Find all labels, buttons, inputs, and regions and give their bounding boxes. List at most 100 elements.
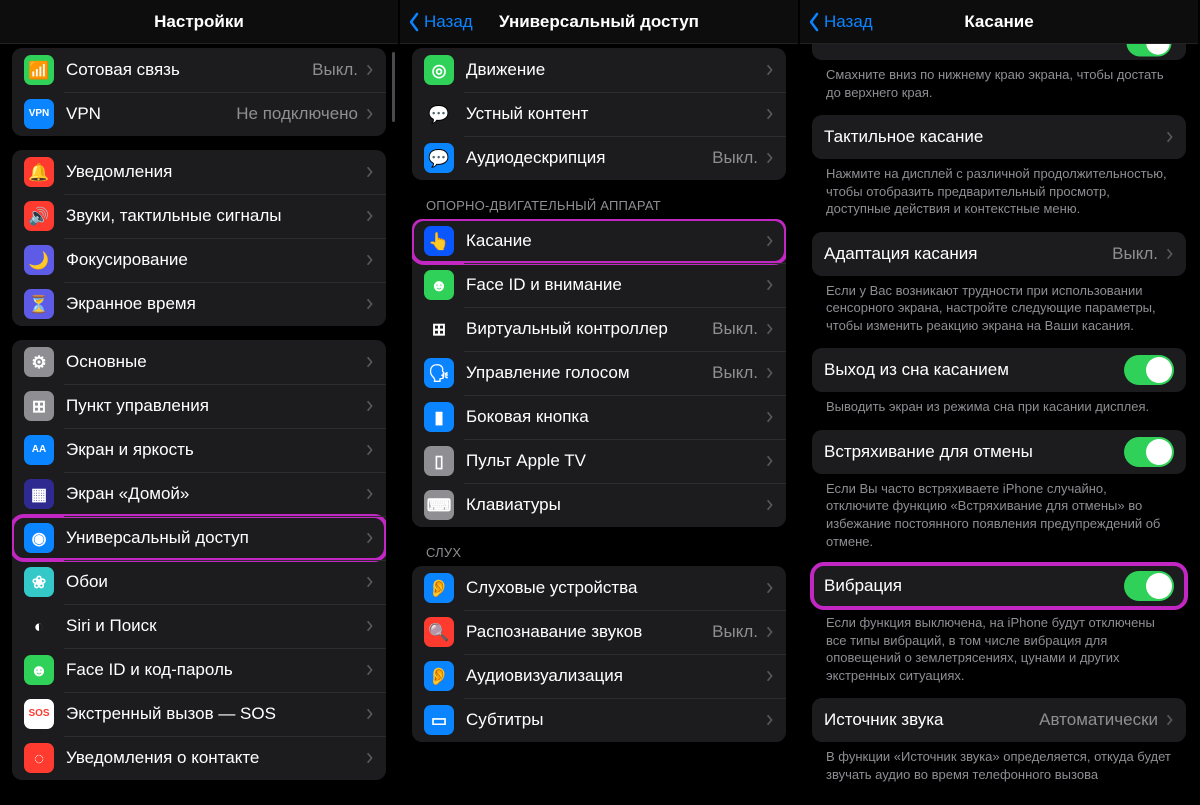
group-0: 📶Сотовая связьВыкл.VPNVPNНе подключено — [12, 48, 386, 136]
row-adapt[interactable]: Адаптация касанияВыкл. — [812, 232, 1186, 276]
chevron-right-icon — [366, 297, 374, 311]
voice-value: Выкл. — [712, 363, 758, 383]
row-subtitles[interactable]: ▭Субтитры — [412, 698, 786, 742]
faceid2-label: Face ID и внимание — [466, 275, 758, 295]
row-source[interactable]: Источник звукаАвтоматически — [812, 698, 1186, 742]
row-wake[interactable]: Выход из сна касанием — [812, 348, 1186, 392]
row-tactile[interactable]: Тактильное касание — [812, 115, 1186, 159]
title-accessibility: Универсальный доступ — [499, 12, 699, 32]
footer-shake: Если Вы часто встряхиваете iPhone случай… — [812, 474, 1186, 550]
motion-icon: ◎ — [424, 55, 454, 85]
row-motion[interactable]: ◎Движение — [412, 48, 786, 92]
row-touch[interactable]: 👆Касание — [412, 219, 786, 263]
row-partial-top[interactable] — [812, 44, 1186, 60]
vibration-toggle[interactable] — [1124, 571, 1174, 601]
row-audiodesc[interactable]: 💬АудиодескрипцияВыкл. — [412, 136, 786, 180]
voice-icon: 🗣 — [424, 358, 454, 388]
row-vpn[interactable]: VPNVPNНе подключено — [12, 92, 386, 136]
row-keyboard2[interactable]: ⌨Клавиатуры — [412, 483, 786, 527]
accessibility-label: Универсальный доступ — [66, 528, 358, 548]
display-icon: AA — [24, 435, 54, 465]
switch-value: Выкл. — [712, 319, 758, 339]
group-vision: ◎Движение💬Устный контент💬Аудиодескрипция… — [412, 48, 786, 180]
chevron-right-icon — [766, 234, 774, 248]
row-spoken[interactable]: 💬Устный контент — [412, 92, 786, 136]
toggle-knob — [1146, 357, 1172, 383]
row-display[interactable]: AAЭкран и яркость — [12, 428, 386, 472]
group-motor: 👆Касание☻Face ID и внимание⊞Виртуальный … — [412, 219, 786, 527]
row-notifications[interactable]: 🔔Уведомления — [12, 150, 386, 194]
sidebtn-icon: ▮ — [424, 402, 454, 432]
footer-reachability: Смахните вниз по нижнему краю экрана, чт… — [812, 60, 1186, 101]
spoken-label: Устный контент — [466, 104, 758, 124]
group-shake: Встряхивание для отмены — [812, 430, 1186, 474]
row-controlcenter[interactable]: ⊞Пункт управления — [12, 384, 386, 428]
row-sounds[interactable]: 🔊Звуки, тактильные сигналы — [12, 194, 386, 238]
row-home[interactable]: ▦Экран «Домой» — [12, 472, 386, 516]
chevron-right-icon — [766, 454, 774, 468]
touch-icon: 👆 — [424, 226, 454, 256]
row-wallpaper[interactable]: ❀Обои — [12, 560, 386, 604]
row-hearingdev[interactable]: 👂Слуховые устройства — [412, 566, 786, 610]
row-faceid2[interactable]: ☻Face ID и внимание — [412, 263, 786, 307]
pane1-content: 📶Сотовая связьВыкл.VPNVPNНе подключено🔔У… — [0, 44, 398, 805]
cellular-value: Выкл. — [312, 60, 358, 80]
back-button-p2[interactable]: Назад — [408, 0, 473, 44]
notifications-icon: 🔔 — [24, 157, 54, 187]
wake-label: Выход из сна касанием — [824, 360, 1116, 380]
header-settings: Настройки — [0, 0, 398, 44]
reachability-toggle[interactable] — [1127, 44, 1172, 57]
row-audiovis[interactable]: 👂Аудиовизуализация — [412, 654, 786, 698]
general-icon: ⚙︎ — [24, 347, 54, 377]
row-cellular[interactable]: 📶Сотовая связьВыкл. — [12, 48, 386, 92]
voice-label: Управление голосом — [466, 363, 704, 383]
chevron-right-icon — [366, 253, 374, 267]
scroll-indicator[interactable] — [392, 52, 395, 122]
row-faceid[interactable]: ☻Face ID и код-пароль — [12, 648, 386, 692]
toggle-knob — [1146, 573, 1172, 599]
shake-toggle[interactable] — [1124, 437, 1174, 467]
screentime-icon: ⏳ — [24, 289, 54, 319]
chevron-right-icon — [766, 625, 774, 639]
chevron-right-icon — [366, 107, 374, 121]
cellular-label: Сотовая связь — [66, 60, 304, 80]
row-general[interactable]: ⚙︎Основные — [12, 340, 386, 384]
title-settings: Настройки — [154, 12, 244, 32]
row-switch[interactable]: ⊞Виртуальный контроллерВыкл. — [412, 307, 786, 351]
group-reachability — [812, 44, 1186, 60]
audiovis-icon: 👂 — [424, 661, 454, 691]
chevron-right-icon — [766, 107, 774, 121]
chevron-right-icon — [366, 443, 374, 457]
vibration-label: Вибрация — [824, 576, 1116, 596]
row-shake[interactable]: Встряхивание для отмены — [812, 430, 1186, 474]
row-appletv[interactable]: ▯Пульт Apple TV — [412, 439, 786, 483]
adapt-value: Выкл. — [1112, 244, 1158, 264]
row-screentime[interactable]: ⏳Экранное время — [12, 282, 386, 326]
row-soundrec[interactable]: 🔍Распознавание звуковВыкл. — [412, 610, 786, 654]
sos-label: Экстренный вызов — SOS — [66, 704, 358, 724]
row-exposure[interactable]: ◌Уведомления о контакте — [12, 736, 386, 780]
row-focus[interactable]: 🌙Фокусирование — [12, 238, 386, 282]
footer-source: В функции «Источник звука» определяется,… — [812, 742, 1186, 783]
footer-vibration: Если функция выключена, на iPhone будут … — [812, 608, 1186, 684]
sounds-label: Звуки, тактильные сигналы — [66, 206, 358, 226]
row-accessibility[interactable]: ◉Универсальный доступ — [12, 516, 386, 560]
faceid-icon: ☻ — [24, 655, 54, 685]
chevron-right-icon — [366, 355, 374, 369]
chevron-right-icon — [766, 713, 774, 727]
vpn-value: Не подключено — [236, 104, 358, 124]
wake-toggle[interactable] — [1124, 355, 1174, 385]
section-hearing: СЛУХ — [412, 527, 786, 566]
back-button-p3[interactable]: Назад — [808, 0, 873, 44]
siri-icon: ◐ — [24, 611, 54, 641]
chevron-right-icon — [766, 410, 774, 424]
row-voice[interactable]: 🗣 Управление голосом Выкл. — [412, 351, 786, 395]
chevron-right-icon — [766, 322, 774, 336]
controlcenter-label: Пункт управления — [66, 396, 358, 416]
row-sos[interactable]: SOSЭкстренный вызов — SOS — [12, 692, 386, 736]
toggle-knob — [1146, 439, 1172, 465]
toggle-knob — [1146, 44, 1169, 55]
row-vibration[interactable]: Вибрация — [812, 564, 1186, 608]
row-siri[interactable]: ◐Siri и Поиск — [12, 604, 386, 648]
row-sidebtn[interactable]: ▮Боковая кнопка — [412, 395, 786, 439]
